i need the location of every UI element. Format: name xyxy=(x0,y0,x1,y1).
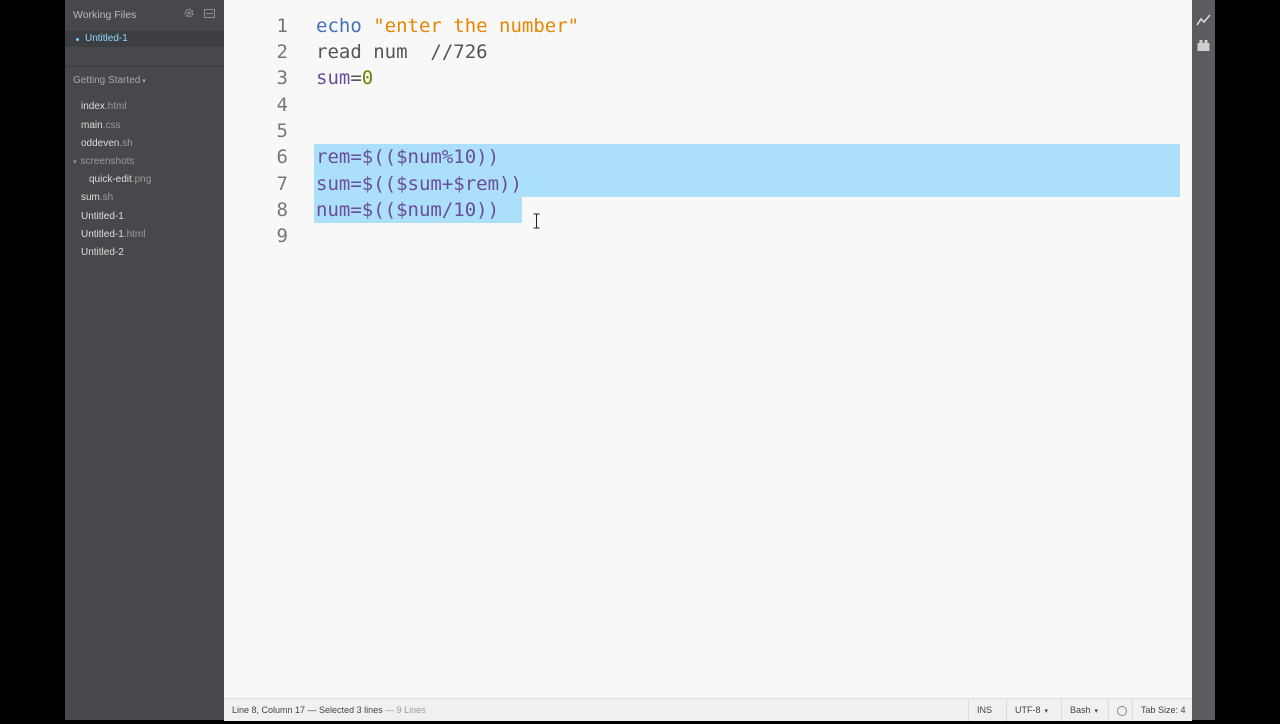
line-number: 1 xyxy=(276,15,288,37)
extension-manager-icon[interactable] xyxy=(1196,38,1211,53)
tree-item-untitled-1[interactable]: Untitled-1 xyxy=(81,211,124,222)
line-number: 4 xyxy=(276,94,288,116)
file-name: Untitled-1 xyxy=(81,211,124,222)
folder-expanded-icon: ▾ xyxy=(73,159,77,166)
tree-item-sum-sh[interactable]: sum.sh xyxy=(81,192,113,203)
file-name: main xyxy=(81,120,103,131)
cursor-position-info: Line 8, Column 17 — Selected 3 lines — 9… xyxy=(232,705,426,715)
file-ext: .sh xyxy=(119,138,133,149)
tree-item-quick-edit-png[interactable]: quick-edit.png xyxy=(89,174,151,185)
keyword-token: echo xyxy=(316,15,362,37)
line-number: 2 xyxy=(276,41,288,63)
code-line: 5 xyxy=(224,118,1192,144)
file-ext: .png xyxy=(131,174,152,185)
line-number: 7 xyxy=(276,173,288,195)
encoding-dropdown[interactable]: UTF-8 ▾ xyxy=(1006,699,1061,721)
linter-status[interactable] xyxy=(1108,699,1131,721)
chevron-down-icon: ▾ xyxy=(1044,708,1049,715)
chevron-down-icon: ▾ xyxy=(1094,708,1099,715)
code-line: 2 read num //726 xyxy=(224,39,1192,65)
language-label: Bash xyxy=(1070,705,1091,715)
cursor-info: Line 8, Column 17 — Selected 3 lines xyxy=(232,705,383,715)
variable-token: sum xyxy=(316,67,351,89)
tree-item-untitled-1-html[interactable]: Untitled-1.html xyxy=(81,229,145,240)
insert-mode-label: INS xyxy=(977,705,993,715)
code-line: 6 rem=$(($num%10)) xyxy=(224,144,1192,170)
live-preview-icon[interactable] xyxy=(1196,13,1211,28)
gear-icon[interactable] xyxy=(183,7,195,19)
code-text: num=$(($num/10)) xyxy=(316,199,500,221)
working-file-label: Untitled-1 xyxy=(85,33,128,44)
code-editor[interactable]: 1 echo "enter the number" 2 read num //7… xyxy=(224,0,1192,698)
file-ext: .html xyxy=(123,229,146,240)
file-name: quick-edit xyxy=(89,174,132,185)
sidebar: Working Files Untitled-1 Getting Started… xyxy=(65,0,224,720)
split-view-icon[interactable] xyxy=(204,9,215,18)
code-text: rem=$(($num%10)) xyxy=(316,146,500,168)
code-text: sum=$(($sum+$rem)) xyxy=(316,173,522,195)
file-name: sum xyxy=(81,192,100,203)
line-number: 6 xyxy=(276,146,288,168)
tree-item-index-html[interactable]: index.html xyxy=(81,101,127,112)
code-text: read num //726 xyxy=(316,41,488,63)
working-file-item[interactable]: Untitled-1 xyxy=(65,31,224,47)
tree-item-main-css[interactable]: main.css xyxy=(81,120,120,131)
file-name: oddeven xyxy=(81,138,120,149)
line-count: — 9 Lines xyxy=(385,705,426,715)
status-bar: Line 8, Column 17 — Selected 3 lines — 9… xyxy=(224,698,1192,721)
code-line: 7 sum=$(($sum+$rem)) xyxy=(224,171,1192,197)
file-ext: .sh xyxy=(99,192,114,203)
tab-size-control[interactable]: Tab Size: 4 xyxy=(1132,699,1193,721)
file-name: Untitled-1 xyxy=(81,229,124,240)
project-dropdown[interactable]: Getting Started ▾ xyxy=(73,75,146,86)
code-line: 3 sum=0 xyxy=(224,65,1192,91)
string-token: "enter the number" xyxy=(373,15,580,37)
operator-token: = xyxy=(350,67,362,89)
file-name: Untitled-2 xyxy=(81,247,124,258)
line-number: 3 xyxy=(276,67,288,89)
modified-dot-icon xyxy=(76,38,79,41)
project-title: Getting Started xyxy=(73,75,141,86)
insert-mode-toggle[interactable]: INS xyxy=(968,699,1007,721)
language-dropdown[interactable]: Bash ▾ xyxy=(1061,699,1110,721)
tree-item-untitled-2[interactable]: Untitled-2 xyxy=(81,247,124,258)
tree-folder-screenshots[interactable]: ▾ screenshots xyxy=(73,156,134,167)
file-ext: .css xyxy=(102,120,121,131)
right-toolbar xyxy=(1192,0,1215,720)
code-line: 4 xyxy=(224,92,1192,118)
encoding-label: UTF-8 xyxy=(1015,705,1041,715)
code-line: 1 echo "enter the number" xyxy=(224,13,1192,39)
working-files-header: Working Files xyxy=(73,9,137,21)
number-token: 0 xyxy=(361,67,374,89)
line-number: 9 xyxy=(276,225,288,247)
file-name: index xyxy=(81,101,105,112)
chevron-down-icon: ▾ xyxy=(142,78,146,85)
file-ext: .html xyxy=(104,101,127,112)
code-line: 8 num=$(($num/10)) xyxy=(224,197,1192,223)
tree-item-oddeven-sh[interactable]: oddeven.sh xyxy=(81,138,133,149)
line-number: 8 xyxy=(276,199,288,221)
sidebar-divider xyxy=(65,66,224,67)
tab-size-label: Tab Size: 4 xyxy=(1141,705,1186,715)
linter-status-icon xyxy=(1117,706,1127,716)
code-line: 9 xyxy=(224,223,1192,249)
folder-name: screenshots xyxy=(80,156,135,167)
line-number: 5 xyxy=(276,120,288,142)
text-cursor-icon xyxy=(533,213,540,229)
